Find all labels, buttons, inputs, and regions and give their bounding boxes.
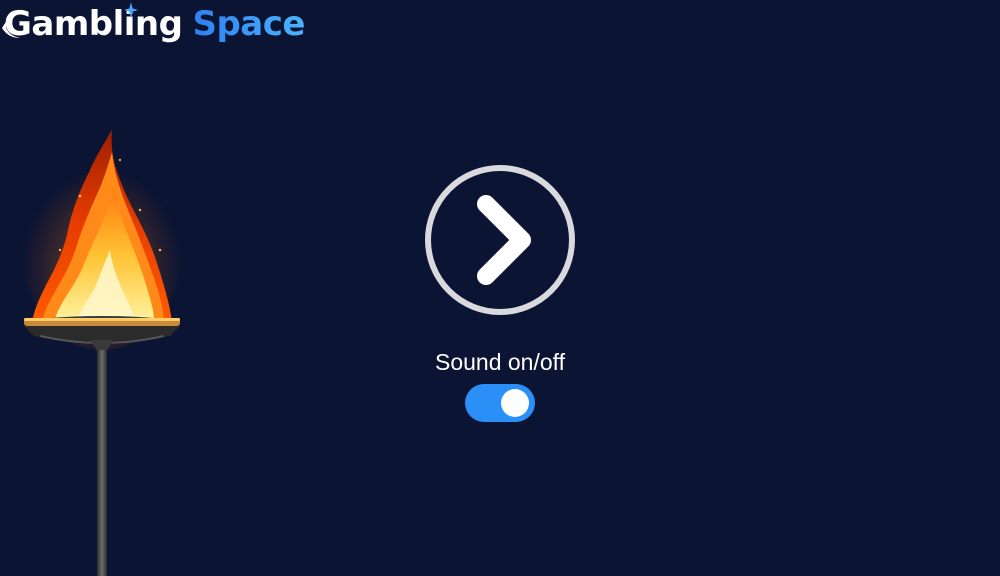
sound-toggle-label: Sound on/off: [434, 349, 566, 375]
sound-toggle-knob: [501, 389, 529, 417]
sound-toggle[interactable]: [465, 384, 535, 422]
fire-torch-image: [22, 130, 182, 576]
gambling-space-logo: Gambling Space: [0, 2, 305, 46]
logo-swoosh-icon: [2, 12, 20, 38]
play-button[interactable]: [424, 164, 576, 316]
chevron-right-icon: [477, 195, 531, 285]
logo-word-space: Space: [192, 4, 305, 44]
logo-word-gambling: Gambling: [4, 4, 183, 44]
sparkle-icon: [124, 2, 138, 18]
game-loading-screen: Gambling Space Sound on/off: [0, 0, 1000, 576]
